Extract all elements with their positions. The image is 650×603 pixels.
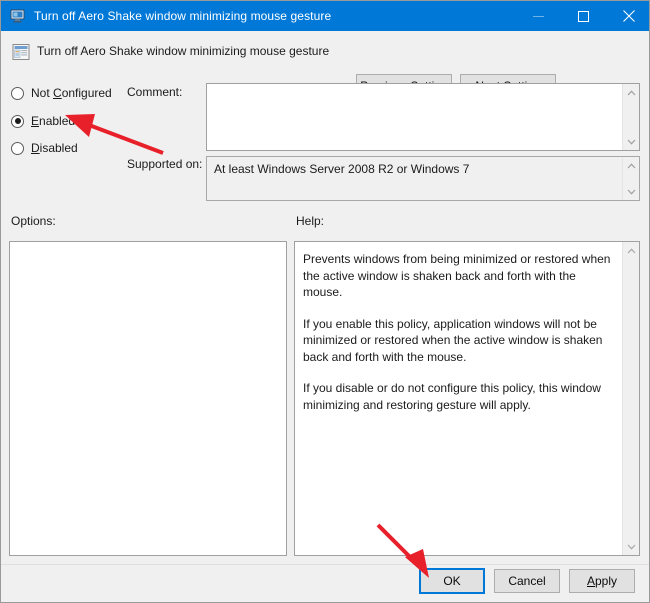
setting-title: Turn off Aero Shake window minimizing mo…: [37, 44, 330, 58]
supported-on-scrollbar[interactable]: [622, 157, 639, 200]
chevron-up-icon[interactable]: [623, 157, 639, 174]
comment-scrollbar[interactable]: [622, 84, 639, 150]
minimize-icon[interactable]: [516, 1, 561, 31]
supported-on-field: At least Windows Server 2008 R2 or Windo…: [206, 156, 640, 201]
ok-button[interactable]: OK: [419, 568, 485, 594]
maximize-icon[interactable]: [561, 1, 606, 31]
help-content: Prevents windows from being minimized or…: [303, 251, 615, 413]
arrow-to-enabled-radio: [65, 114, 164, 155]
window-title: Turn off Aero Shake window minimizing mo…: [34, 9, 332, 23]
help-paragraph: If you disable or do not configure this …: [303, 381, 601, 412]
group-policy-setting-dialog: Turn off Aero Shake window minimizing mo…: [0, 0, 650, 603]
options-label: Options:: [11, 214, 56, 228]
chevron-down-icon[interactable]: [623, 183, 639, 200]
ok-button-label: OK: [443, 574, 461, 588]
cancel-button-label: Cancel: [508, 574, 546, 588]
radio-disabled-mark: [11, 141, 24, 155]
radio-disabled[interactable]: Disabled: [11, 140, 78, 156]
title-bar: Turn off Aero Shake window minimizing mo…: [1, 1, 649, 31]
close-icon[interactable]: [606, 1, 649, 31]
radio-enabled-mark: [11, 114, 24, 128]
radio-enabled[interactable]: Enabled: [11, 113, 75, 129]
supported-on-value: At least Windows Server 2008 R2 or Windo…: [214, 162, 470, 176]
chevron-down-icon[interactable]: [623, 133, 639, 150]
footer-separator: [1, 564, 649, 565]
help-paragraph: If you enable this policy, application w…: [303, 316, 603, 364]
chevron-up-icon[interactable]: [623, 84, 639, 101]
radio-not-configured-label: Not Configured: [31, 86, 112, 100]
help-scrollbar[interactable]: [622, 242, 639, 555]
comment-input[interactable]: [206, 83, 640, 151]
radio-enabled-label: Enabled: [31, 114, 76, 128]
help-paragraph: Prevents windows from being minimized or…: [303, 252, 611, 299]
policy-setting-icon: [12, 43, 30, 61]
radio-not-configured-mark: [11, 86, 24, 100]
setting-header: Turn off Aero Shake window minimizing mo…: [1, 31, 649, 98]
apply-button-label: Apply: [586, 574, 618, 588]
computer-monitor-icon: [10, 8, 26, 24]
radio-disabled-label: Disabled: [31, 141, 78, 155]
apply-button[interactable]: Apply: [569, 569, 635, 593]
chevron-down-icon[interactable]: [623, 538, 639, 555]
comment-label: Comment:: [127, 85, 183, 99]
chevron-up-icon[interactable]: [623, 242, 639, 259]
help-label: Help:: [296, 214, 325, 228]
radio-not-configured[interactable]: Not Configured: [11, 85, 112, 101]
supported-on-label: Supported on:: [127, 157, 203, 171]
help-panel: Prevents windows from being minimized or…: [294, 241, 640, 556]
options-panel[interactable]: [9, 241, 287, 556]
cancel-button[interactable]: Cancel: [494, 569, 560, 593]
